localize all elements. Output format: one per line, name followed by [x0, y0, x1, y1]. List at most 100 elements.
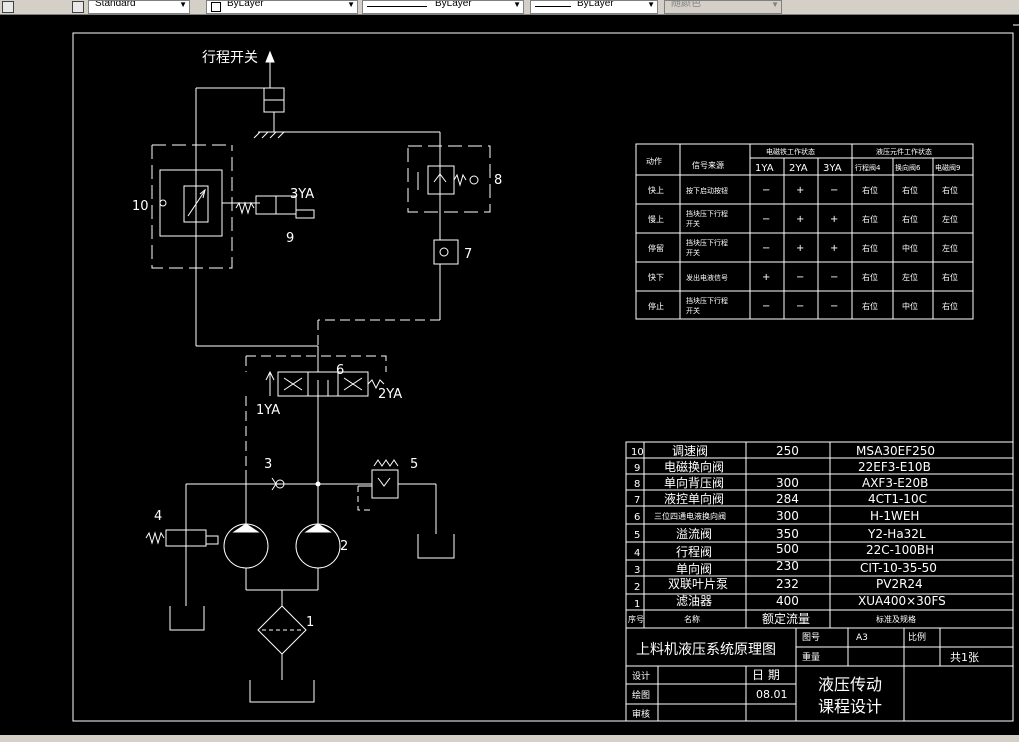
row-v9: 左位	[942, 214, 958, 224]
part-flow: 230	[776, 559, 799, 573]
linetype-sample	[367, 6, 427, 7]
row-v4: 右位	[862, 185, 878, 195]
row-v4: 右位	[862, 243, 878, 253]
part-no: 4	[634, 548, 640, 559]
drawing-no: A3	[856, 633, 868, 643]
chevron-down-icon: ▼	[647, 0, 655, 9]
row-signal: 挡块压下行程	[686, 238, 728, 247]
row-v6: 中位	[902, 243, 918, 253]
title-block: 上料机液压系统原理图 图号 A3 比例 重量 共1张 设计 日 期 绘图 08.…	[632, 631, 979, 720]
row-2ya: −	[796, 272, 804, 283]
sheet-count: 共1张	[950, 651, 979, 664]
row-action: 慢上	[648, 214, 664, 224]
part-name: 单向阀	[676, 561, 712, 576]
row-action: 快下	[648, 272, 664, 282]
parts-row: 7 液控单向阀 284 4CT1-10C	[634, 491, 927, 506]
row-1ya: −	[762, 243, 770, 254]
row-signal-2: 开关	[686, 219, 700, 228]
part-spec: PV2R24	[876, 577, 923, 591]
part-spec: Y2-Ha32L	[867, 527, 926, 541]
text-style-icon[interactable]	[2, 1, 14, 13]
parts-row: 3 单向阀 230 CIT-10-35-50	[634, 559, 937, 576]
part-flow: 284	[776, 492, 799, 506]
status-table: 动作 信号来源 电磁铁工作状态 液压元件工作状态 1YA 2YA 3YA 行程阀…	[646, 147, 960, 315]
row-1ya: −	[762, 214, 770, 225]
part-no: 7	[634, 495, 640, 506]
part-no: 6	[634, 512, 640, 523]
parts-header-spec: 标准及规格	[876, 614, 916, 624]
part-spec: CIT-10-35-50	[860, 561, 937, 575]
part-name: 三位四通电液换向阀	[654, 511, 726, 521]
part-flow: 300	[776, 509, 799, 523]
weight-label: 重量	[802, 651, 820, 663]
text-style-value: Standard	[95, 0, 136, 9]
part-spec: H-1WEH	[870, 509, 919, 523]
row-3ya: −	[830, 301, 838, 312]
drawing-canvas[interactable]: 行程开关 10 3YA 9 8 7 6 1YA 2YA 3 5 4 2 1 动作…	[0, 15, 1019, 742]
row-v9: 右位	[942, 272, 958, 282]
col-magnet: 电磁铁工作状态	[766, 147, 815, 156]
label-4: 4	[154, 509, 162, 524]
course-title-line1: 液压传动	[818, 675, 882, 694]
label-6: 6	[336, 363, 344, 378]
parts-row: 5 溢流阀 350 Y2-Ha32L	[634, 527, 926, 541]
part-flow: 300	[776, 476, 799, 490]
design-label: 设计	[632, 670, 650, 682]
text-style-dropdown[interactable]: Standard ▼	[88, 0, 190, 14]
parts-header-no: 序号	[628, 614, 644, 624]
draw-label: 绘图	[632, 689, 650, 701]
col-v4: 行程阀4	[855, 163, 881, 172]
limit-switch-label: 行程开关	[202, 50, 258, 66]
col-signal: 信号来源	[692, 160, 724, 170]
part-name: 调速阀	[672, 444, 708, 458]
parts-row: 2 双联叶片泵 232 PV2R24	[634, 577, 923, 593]
parts-row: 1 滤油器 400 XUA400×30FS	[634, 594, 946, 610]
parts-header-flow: 额定流量	[762, 611, 810, 626]
parts-row: 9 电磁换向阀 22EF3-E10B	[634, 459, 931, 474]
part-name: 液控单向阀	[664, 491, 724, 506]
part-spec: 22EF3-E10B	[858, 460, 931, 474]
parts-row: 4 行程阀 500 22C-100BH	[634, 542, 934, 559]
linetype-dropdown[interactable]: ByLayer ▼	[362, 0, 524, 14]
layer-dropdown[interactable]: ByLayer ▼	[206, 0, 358, 14]
chevron-down-icon: ▼	[771, 0, 779, 9]
row-1ya: −	[762, 185, 770, 196]
row-action: 快上	[648, 185, 664, 195]
row-signal: 挡块压下行程	[686, 209, 728, 218]
lineweight-dropdown[interactable]: ByLayer ▼	[530, 0, 658, 14]
row-v6: 右位	[902, 185, 918, 195]
plotstyle-dropdown[interactable]: 随颜色 ▼	[664, 0, 782, 14]
date-value: 08.01	[756, 688, 788, 701]
row-action: 停止	[648, 301, 664, 311]
part-spec: AXF3-E20B	[862, 476, 928, 490]
parts-row: 10 调速阀 250 MSA30EF250	[631, 444, 935, 458]
parts-header-name: 名称	[684, 614, 700, 624]
scale-label: 比例	[908, 631, 926, 643]
part-no: 3	[634, 565, 640, 576]
dim-style-icon[interactable]	[72, 1, 84, 13]
row-v4: 右位	[862, 214, 878, 224]
row-v9: 左位	[942, 243, 958, 253]
part-flow: 350	[776, 527, 799, 541]
part-name: 行程阀	[676, 544, 712, 559]
col-2ya: 2YA	[789, 163, 808, 174]
plotstyle-value: 随颜色	[671, 0, 701, 9]
parts-list: 10 调速阀 250 MSA30EF250 9 电磁换向阀 22EF3-E10B…	[628, 444, 946, 626]
parts-row: 8 单向背压阀 300 AXF3-E20B	[634, 475, 928, 490]
part-spec: 4CT1-10C	[868, 492, 927, 506]
part-name: 溢流阀	[676, 527, 712, 541]
row-v9: 右位	[942, 301, 958, 311]
part-flow: 500	[776, 542, 799, 556]
color-swatch-icon	[211, 2, 221, 12]
row-signal: 挡块压下行程	[686, 296, 728, 305]
review-label: 审核	[632, 708, 650, 720]
row-2ya: +	[796, 243, 804, 254]
row-signal: 发出电液信号	[686, 273, 728, 282]
part-no: 2	[634, 582, 640, 593]
date-label: 日 期	[752, 668, 780, 682]
bottom-scrollbar[interactable]	[0, 735, 1019, 742]
col-action: 动作	[646, 156, 662, 166]
lineweight-sample	[535, 6, 571, 7]
part-name: 双联叶片泵	[668, 577, 728, 591]
drawing-frame	[72, 32, 1014, 722]
